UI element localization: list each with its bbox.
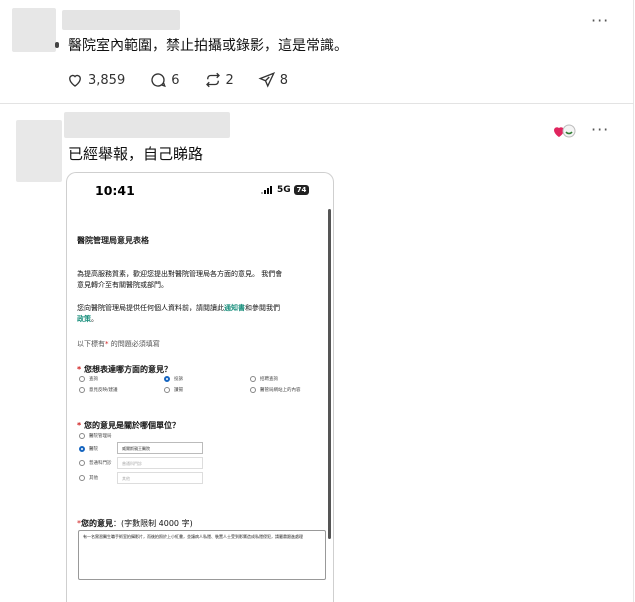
- question-unit: * 您的意見是關於哪個單位？: [77, 421, 180, 430]
- opinion-textarea[interactable]: 有一名實習醫生職手術室拍攝影片，而後拍照於上小紅書，並讓病人私隱、裝置人士受到影…: [78, 530, 326, 580]
- radio-hospital-authority[interactable]: 醫院管理局: [79, 433, 112, 439]
- comment-count: 6: [171, 72, 180, 88]
- network-label: 5G: [277, 185, 291, 195]
- radio-icon: [250, 387, 256, 393]
- heart-emoji-reaction-icon[interactable]: [552, 122, 576, 140]
- radio-website-content[interactable]: 醫管局網站上的內容: [250, 387, 301, 393]
- radio-icon: [79, 433, 85, 439]
- form-title: 醫院管理局意見表格: [77, 236, 149, 245]
- comment-button[interactable]: 6: [149, 71, 180, 89]
- avatar-badge: [55, 42, 59, 48]
- question-opinion-type: * 您想表達哪方面的意見？: [77, 365, 172, 374]
- opinion-label: *您的意見：(字數限制 4000 字): [77, 519, 193, 528]
- share-icon: [258, 72, 275, 88]
- repost-icon: [205, 72, 220, 88]
- post-1: ··· 醫院室內範圍，禁止拍攝或錄影，這是常識。 3,859 6 2 8: [0, 0, 634, 104]
- post-text: 醫院室內範圍，禁止拍攝或錄影，這是常識。: [68, 38, 348, 54]
- radio-icon: [79, 460, 85, 466]
- username-redacted[interactable]: [62, 10, 180, 30]
- radio-selected-icon: [164, 376, 170, 382]
- other-input[interactable]: 其他: [117, 472, 203, 484]
- post-actions: 3,859 6 2 8: [66, 71, 312, 89]
- radio-complaint[interactable]: 投訴: [164, 376, 183, 382]
- radio-icon: [79, 387, 85, 393]
- share-count: 8: [279, 72, 289, 88]
- like-button[interactable]: 3,859: [66, 71, 125, 89]
- required-note: 以下標有* 的問題必須填寫: [77, 340, 160, 348]
- radio-other[interactable]: 其他: [79, 475, 98, 481]
- username-redacted[interactable]: [64, 112, 230, 138]
- comment-icon: [151, 73, 167, 88]
- radio-enquiry[interactable]: 查詢: [79, 376, 98, 382]
- radio-icon: [79, 376, 85, 382]
- attached-screenshot[interactable]: 10:41 5G 74 醫院管理局意見表格 為提高服務質素，歡迎您提出對醫院管理…: [66, 172, 334, 602]
- policy-link[interactable]: 政策: [77, 315, 91, 323]
- radio-hospital[interactable]: 醫院: [79, 446, 98, 452]
- scrollbar[interactable]: [328, 209, 331, 539]
- status-time: 10:41: [95, 183, 135, 198]
- notice-link[interactable]: 通知書: [224, 304, 245, 312]
- repost-button[interactable]: 2: [204, 71, 234, 89]
- signal-icon: [261, 186, 273, 194]
- clinic-select[interactable]: 普通科門診: [117, 457, 203, 469]
- radio-feedback[interactable]: 意見反映/建議: [79, 387, 118, 393]
- repost-count: 2: [225, 72, 234, 88]
- status-bar-right: 5G 74: [261, 185, 310, 195]
- radio-recruitment[interactable]: 招聘查詢: [250, 376, 278, 382]
- radio-gopc[interactable]: 普通科門診: [79, 460, 112, 466]
- avatar[interactable]: [12, 8, 56, 52]
- more-options-button[interactable]: ···: [591, 13, 609, 29]
- radio-icon: [79, 475, 85, 481]
- form-intro: 為提高服務質素，歡迎您提出對醫院管理局各方面的意見。 我們會 意見轉介至有關醫院…: [77, 270, 283, 289]
- radio-selected-icon: [79, 446, 85, 452]
- radio-compliment[interactable]: 讚揚: [164, 387, 183, 393]
- radio-icon: [164, 387, 170, 393]
- privacy-notice: 您向醫院管理局提供任何個人資料前，請閱讀此通知書和參閱我們 政策。: [77, 304, 280, 323]
- like-count: 3,859: [88, 72, 126, 88]
- post-text: 已經舉報，自己睇路: [68, 145, 204, 163]
- avatar[interactable]: [16, 120, 62, 182]
- heart-icon: [69, 74, 81, 87]
- radio-icon: [250, 376, 256, 382]
- hospital-select[interactable]: 威爾斯親王醫院: [117, 442, 203, 454]
- more-options-button[interactable]: ···: [591, 122, 609, 138]
- share-button[interactable]: 8: [258, 71, 288, 89]
- battery-icon: 74: [293, 185, 310, 195]
